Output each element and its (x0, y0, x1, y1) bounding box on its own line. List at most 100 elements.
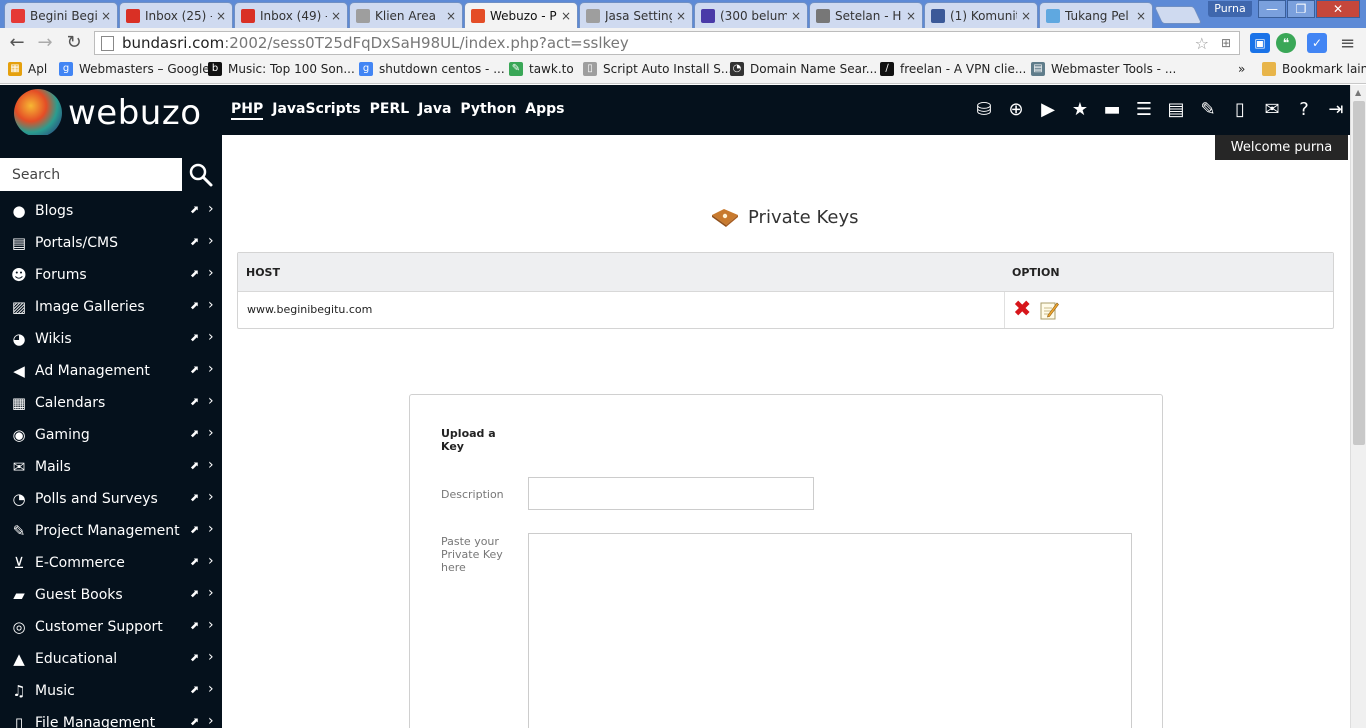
search-icon[interactable] (188, 162, 214, 188)
bookmark-item[interactable]: ▤ Webmaster Tools - ... (1031, 62, 1176, 76)
chevron-right-icon[interactable]: › (208, 233, 214, 249)
browser-tab[interactable]: Tukang Pel × (1039, 2, 1153, 28)
chevron-right-icon[interactable]: › (208, 329, 214, 345)
address-bar[interactable]: bundasri.com:2002/sess0T25dFqDxSaH98UL/i… (94, 31, 1240, 55)
extension-hangouts-icon[interactable]: ❝ (1276, 33, 1296, 53)
sidebar-item-forums[interactable]: ☻ Forums ⬈ › (0, 259, 222, 291)
chevron-right-icon[interactable]: › (208, 521, 214, 537)
tab-close-icon[interactable]: × (906, 9, 916, 23)
browser-tab[interactable]: Klien Area × (349, 2, 463, 28)
server-icon[interactable]: ⛁ (968, 99, 1000, 121)
page-scrollbar[interactable]: ▲ (1350, 85, 1366, 728)
nav-tab-java[interactable]: Java (418, 101, 451, 120)
chevron-right-icon[interactable]: › (208, 617, 214, 633)
external-link-icon[interactable]: ⬈ (190, 235, 199, 248)
tab-close-icon[interactable]: × (446, 9, 456, 23)
extension-lock-icon[interactable]: ▣ (1250, 33, 1270, 53)
forward-icon[interactable]: → (34, 32, 56, 54)
external-link-icon[interactable]: ⬈ (190, 267, 199, 280)
sidebar-item-image-galleries[interactable]: ▨ Image Galleries ⬈ › (0, 291, 222, 323)
browser-menu-icon[interactable]: ≡ (1340, 33, 1355, 54)
wrench-icon[interactable]: ✎ (1192, 99, 1224, 121)
external-link-icon[interactable]: ⬈ (190, 523, 199, 536)
chevron-right-icon[interactable]: › (208, 265, 214, 281)
nav-tab-perl[interactable]: PERL (370, 101, 410, 120)
extension-check-icon[interactable]: ✓ (1307, 33, 1327, 53)
external-link-icon[interactable]: ⬈ (190, 427, 199, 440)
chevron-right-icon[interactable]: › (208, 649, 214, 665)
tab-close-icon[interactable]: × (101, 9, 111, 23)
list-icon[interactable]: ▤ (1160, 99, 1192, 121)
sidebar-item-music[interactable]: ♫ Music ⬈ › (0, 675, 222, 707)
chevron-right-icon[interactable]: › (208, 201, 214, 217)
sidebar-item-file-management[interactable]: ▯ File Management ⬈ › (0, 707, 222, 728)
external-link-icon[interactable]: ⬈ (190, 363, 199, 376)
scroll-up-icon[interactable]: ▲ (1355, 88, 1361, 97)
sidebar-item-educational[interactable]: ▲ Educational ⬈ › (0, 643, 222, 675)
bookmark-item[interactable]: ▦ Apl (8, 62, 47, 76)
tab-close-icon[interactable]: × (331, 9, 341, 23)
sidebar-item-customer-support[interactable]: ◎ Customer Support ⬈ › (0, 611, 222, 643)
chevron-right-icon[interactable]: › (208, 713, 214, 728)
sidebar-item-polls-and-surveys[interactable]: ◔ Polls and Surveys ⬈ › (0, 483, 222, 515)
tab-close-icon[interactable]: × (1021, 9, 1031, 23)
external-link-icon[interactable]: ⬈ (190, 459, 199, 472)
close-window-button[interactable]: ✕ (1316, 0, 1360, 18)
chevron-right-icon[interactable]: › (208, 681, 214, 697)
tab-close-icon[interactable]: × (216, 9, 226, 23)
chevron-right-icon[interactable]: › (208, 393, 214, 409)
nav-tab-apps[interactable]: Apps (525, 101, 564, 120)
archive-icon[interactable]: ▬ (1096, 99, 1128, 121)
chevron-right-icon[interactable]: › (208, 425, 214, 441)
bookmark-item[interactable]: b Music: Top 100 Son... (208, 62, 355, 76)
reload-icon[interactable]: ↻ (63, 32, 85, 54)
external-link-icon[interactable]: ⬈ (190, 203, 199, 216)
sidebar-item-calendars[interactable]: ▦ Calendars ⬈ › (0, 387, 222, 419)
browser-tab[interactable]: Jasa Setting × (579, 2, 693, 28)
translate-icon[interactable]: ⊞ (1221, 36, 1231, 50)
nav-tab-php[interactable]: PHP (231, 101, 264, 120)
external-link-icon[interactable]: ⬈ (190, 555, 199, 568)
external-link-icon[interactable]: ⬈ (190, 331, 199, 344)
external-link-icon[interactable]: ⬈ (190, 683, 199, 696)
file-icon[interactable]: ▯ (1224, 99, 1256, 121)
external-link-icon[interactable]: ⬈ (190, 491, 199, 504)
bookmark-item[interactable]: g Webmasters – Google (59, 62, 210, 76)
logout-icon[interactable]: ⇥ (1320, 99, 1352, 121)
bookmark-other-folder[interactable]: Bookmark lain (1262, 62, 1366, 76)
tab-close-icon[interactable]: × (1136, 9, 1146, 23)
bookmark-item[interactable]: g shutdown centos - ... (359, 62, 505, 76)
nav-tab-javascripts[interactable]: JavaScripts (272, 101, 360, 120)
browser-tab[interactable]: Begini Begitu × (4, 2, 118, 28)
external-link-icon[interactable]: ⬈ (190, 619, 199, 632)
search-input[interactable] (0, 158, 182, 191)
chevron-right-icon[interactable]: › (208, 457, 214, 473)
bookmarks-more-button[interactable]: » (1238, 62, 1245, 76)
browser-tab[interactable]: (300 belum × (694, 2, 808, 28)
sidebar-item-e-commerce[interactable]: ⊻ E-Commerce ⬈ › (0, 547, 222, 579)
chevron-right-icon[interactable]: › (208, 585, 214, 601)
globe-icon[interactable]: ⊕ (1000, 99, 1032, 121)
sidebar-item-ad-management[interactable]: ◀ Ad Management ⬈ › (0, 355, 222, 387)
minimize-button[interactable]: — (1258, 0, 1286, 18)
database-icon[interactable]: ☰ (1128, 99, 1160, 121)
chevron-right-icon[interactable]: › (208, 297, 214, 313)
sidebar-item-gaming[interactable]: ◉ Gaming ⬈ › (0, 419, 222, 451)
mail-icon[interactable]: ✉ (1256, 99, 1288, 121)
tab-close-icon[interactable]: × (791, 9, 801, 23)
nav-tab-python[interactable]: Python (460, 101, 516, 120)
chevron-right-icon[interactable]: › (208, 489, 214, 505)
sidebar-item-project-management[interactable]: ✎ Project Management ⬈ › (0, 515, 222, 547)
sidebar-item-portals-cms[interactable]: ▤ Portals/CMS ⬈ › (0, 227, 222, 259)
bookmark-item[interactable]: ▯ Script Auto Install S... (583, 62, 732, 76)
sidebar-item-wikis[interactable]: ◕ Wikis ⬈ › (0, 323, 222, 355)
external-link-icon[interactable]: ⬈ (190, 715, 199, 728)
tab-close-icon[interactable]: × (676, 9, 686, 23)
profile-button[interactable]: Purna (1208, 1, 1252, 17)
external-link-icon[interactable]: ⬈ (190, 651, 199, 664)
bookmark-item[interactable]: ◔ Domain Name Sear... (730, 62, 877, 76)
help-icon[interactable]: ? (1288, 99, 1320, 121)
description-field[interactable] (528, 477, 814, 510)
scroll-thumb[interactable] (1353, 101, 1365, 445)
browser-tab[interactable]: (1) Komunit × (924, 2, 1038, 28)
